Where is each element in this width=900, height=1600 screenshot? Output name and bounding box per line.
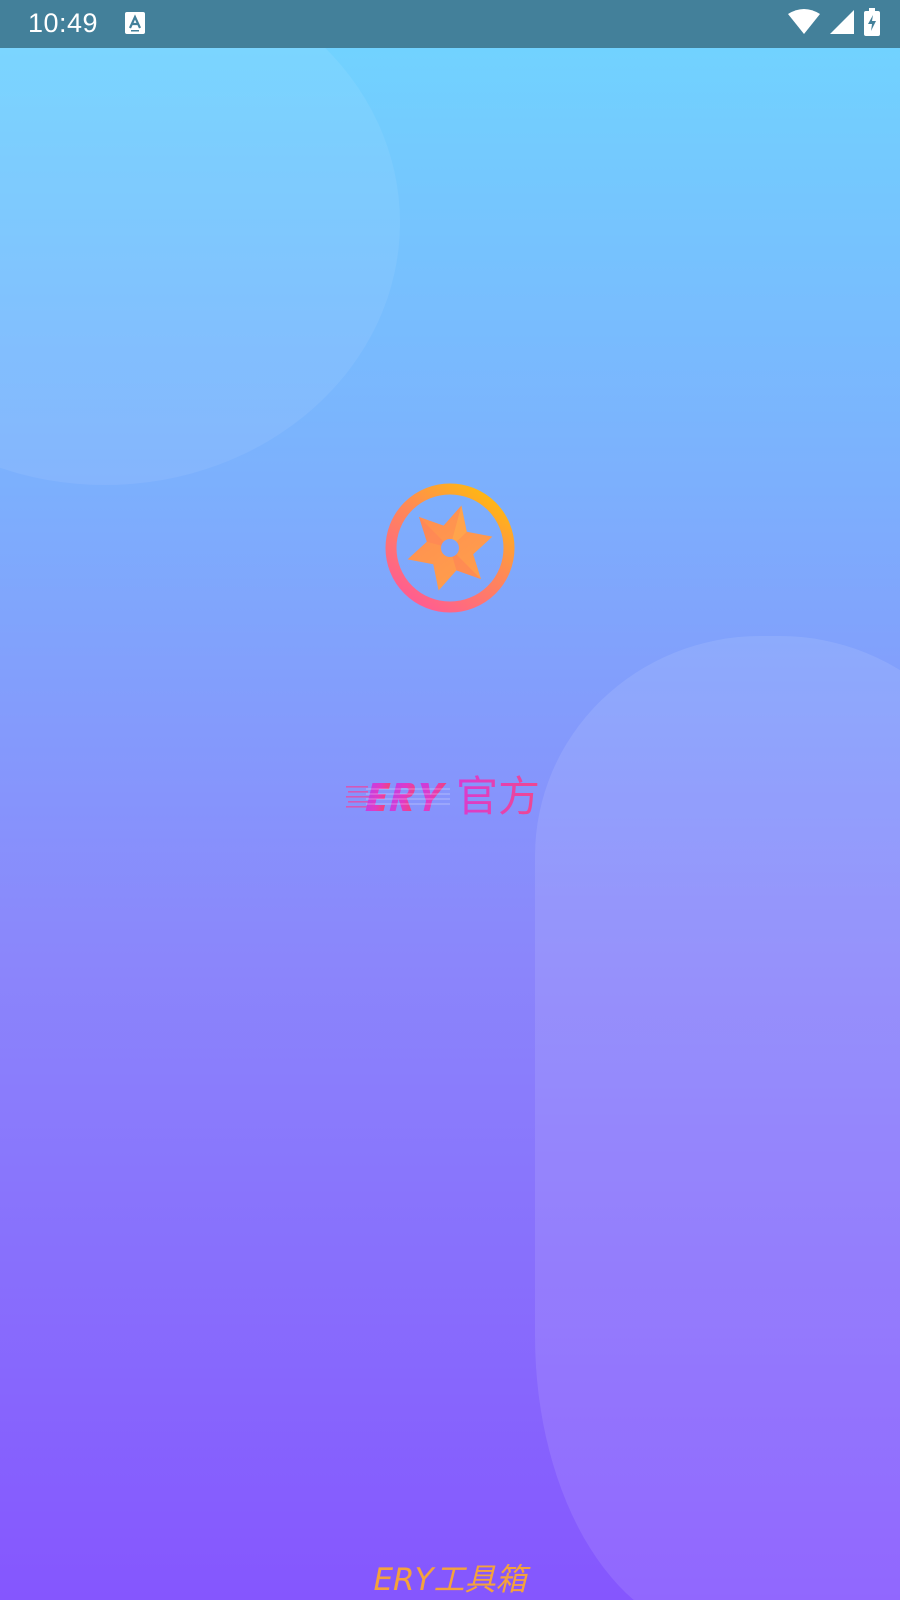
font-a-icon [125,12,145,34]
battery-charging-icon [864,8,880,40]
brand-logo: 官方 [346,772,540,822]
splash-screen: 10:49 官方 ERY工具箱 [0,0,900,1600]
status-bar: 10:49 [0,0,900,48]
status-time: 10:49 [28,8,99,38]
ery-wordmark-logo [346,783,450,811]
background-bubble-top [0,0,400,485]
cellular-signal-icon [830,10,854,38]
app-name-footer: ERY工具箱 [373,1562,527,1598]
status-icons [788,8,880,40]
brand-cn-text: 官方 [456,772,541,821]
background-bubble-right [535,636,900,1600]
wifi-icon [788,9,820,39]
compass-star-logo-icon [382,480,518,616]
